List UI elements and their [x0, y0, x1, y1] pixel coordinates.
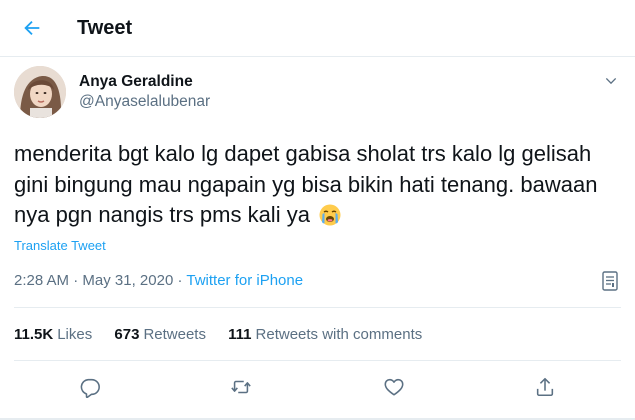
tweet-meta: 2:28 AM · May 31, 2020 · Twitter for iPh… [14, 272, 303, 290]
quote-tweets-count: 111 [228, 326, 252, 343]
analytics-button[interactable] [598, 268, 622, 294]
share-button[interactable] [532, 374, 558, 400]
tweet-date[interactable]: May 31, 2020 [82, 272, 173, 289]
page-title: Tweet [77, 17, 133, 39]
author-name[interactable]: Anya Geraldine [79, 73, 193, 91]
meta-separator: · [69, 272, 83, 289]
heart-icon [384, 378, 404, 396]
divider [14, 360, 621, 361]
quote-tweets-label: Retweets with comments [255, 326, 423, 343]
reply-button[interactable] [77, 374, 103, 400]
likes-stat[interactable]: 11.5K Likes [14, 326, 92, 343]
loudly-crying-face-icon [318, 203, 342, 236]
retweet-button[interactable] [228, 374, 254, 400]
likes-label: Likes [57, 326, 93, 343]
tweet-text: menderita bgt kalo lg dapet gabisa shola… [14, 139, 614, 236]
likes-count: 11.5K [14, 326, 54, 343]
retweets-count: 673 [114, 326, 140, 343]
quote-tweets-stat[interactable]: 111 Retweets with comments [228, 326, 422, 343]
retweets-stat[interactable]: 673 Retweets [114, 326, 206, 343]
back-button[interactable] [18, 14, 46, 42]
avatar[interactable] [14, 66, 66, 118]
reply-icon [80, 378, 100, 398]
meta-separator-2: · [173, 272, 187, 289]
avatar-image [14, 66, 66, 118]
tweet-stats: 11.5K Likes 673 Retweets 111 Retweets with … [14, 326, 440, 344]
arrow-left-icon [24, 20, 40, 36]
like-button[interactable] [381, 374, 407, 400]
translate-tweet-link[interactable]: Translate Tweet [14, 238, 106, 254]
tweet-actions [0, 372, 635, 402]
tweet-source[interactable]: Twitter for iPhone [186, 272, 303, 289]
tweet-header: Tweet [0, 0, 635, 57]
chevron-down-icon [605, 78, 617, 85]
retweet-icon [231, 380, 251, 394]
tweet-body: menderita bgt kalo lg dapet gabisa shola… [14, 141, 598, 227]
share-icon [536, 377, 554, 397]
more-options-button[interactable] [598, 68, 624, 94]
tweet-time[interactable]: 2:28 AM [14, 272, 69, 289]
divider [14, 307, 621, 308]
analytics-icon [602, 271, 618, 291]
author-handle[interactable]: @Anyaselalubenar [79, 93, 210, 111]
retweets-label: Retweets [143, 326, 206, 343]
